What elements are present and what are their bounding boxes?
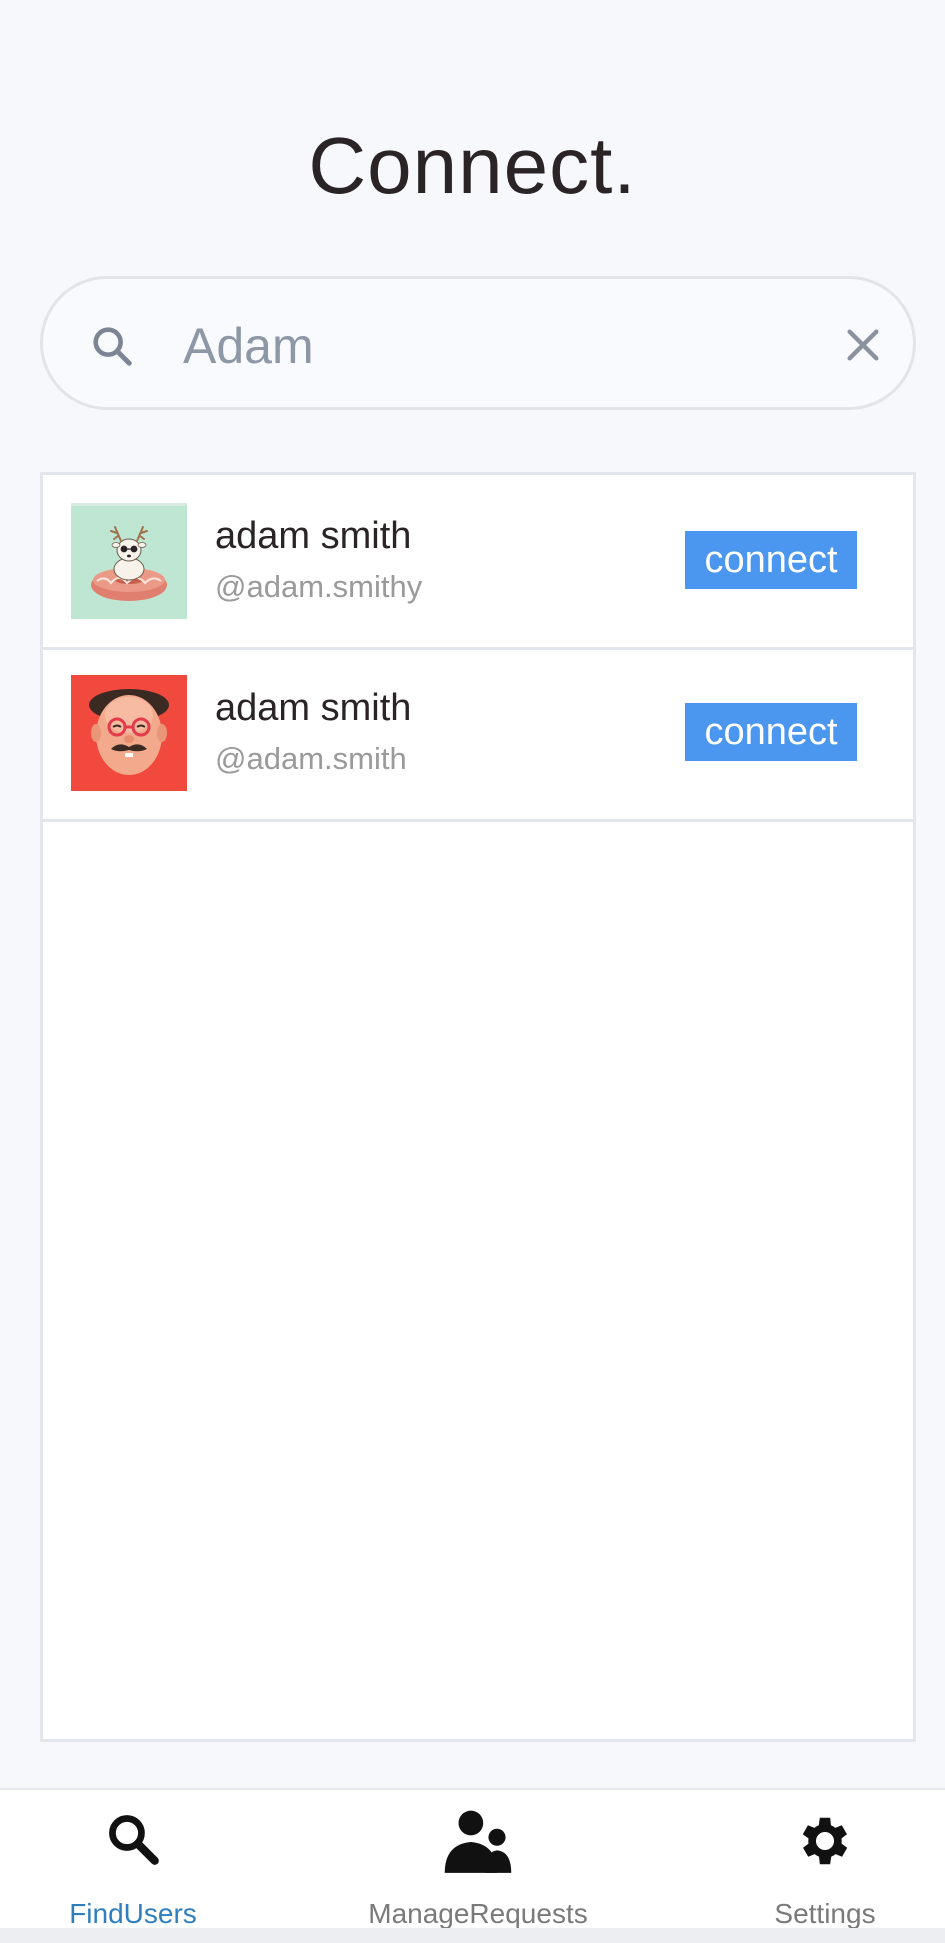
search-input[interactable] — [183, 301, 803, 391]
tab-manage-requests[interactable]: ManageRequests — [356, 1790, 600, 1930]
user-name: adam smith — [215, 515, 412, 557]
system-nav-strip — [0, 1928, 945, 1943]
connect-button[interactable]: connect — [685, 703, 857, 761]
list-item: adam smith @adam.smithy connect — [43, 475, 913, 650]
close-icon[interactable] — [843, 325, 883, 365]
tab-settings[interactable]: Settings — [750, 1790, 900, 1930]
tab-label: ManageRequests — [368, 1898, 588, 1929]
connect-button[interactable]: connect — [685, 531, 857, 589]
bottom-tab-bar: FindUsers ManageRequests Settings — [0, 1788, 945, 1930]
user-name: adam smith — [215, 687, 412, 729]
page-title: Connect. — [308, 121, 637, 210]
user-handle: @adam.smith — [215, 741, 407, 776]
users-icon — [444, 1810, 512, 1873]
avatar[interactable] — [71, 503, 187, 619]
list-item: adam smith @adam.smith connect — [43, 647, 913, 822]
avatar[interactable] — [71, 675, 187, 791]
search-icon — [93, 327, 132, 366]
search-icon — [109, 1815, 159, 1865]
results-list: adam smith @adam.smithy connect adam smi… — [40, 472, 916, 1742]
tab-label: FindUsers — [69, 1898, 197, 1929]
search-bar[interactable] — [40, 276, 916, 410]
user-handle: @adam.smithy — [215, 569, 423, 604]
bald-man-mustache-avatar — [71, 675, 187, 791]
deer-on-donut-avatar — [71, 503, 187, 619]
tab-find-users[interactable]: FindUsers — [40, 1790, 226, 1930]
gear-icon — [802, 1817, 848, 1865]
tab-label: Settings — [774, 1898, 876, 1929]
